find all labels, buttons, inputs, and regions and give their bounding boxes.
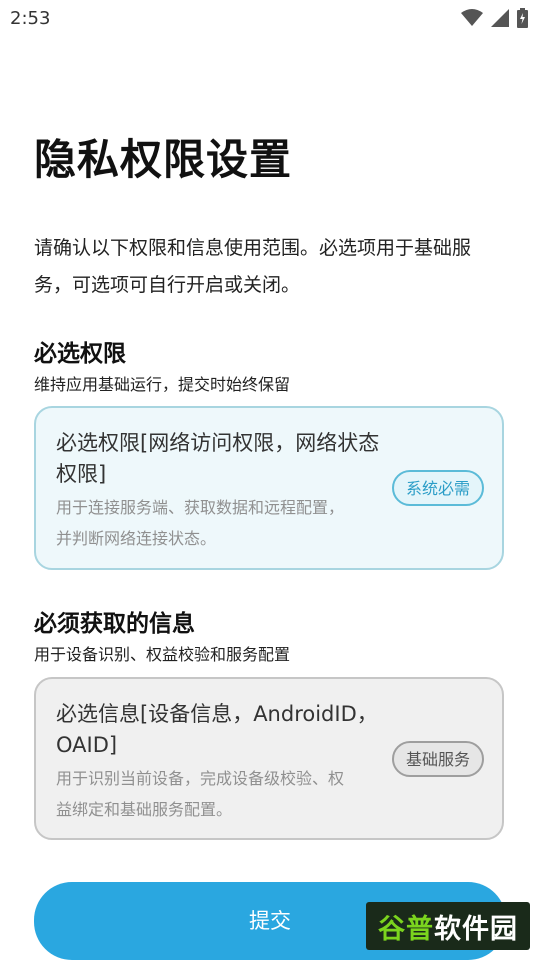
- status-badge-system-required: 系统必需: [391, 470, 484, 506]
- permission-card-heading: 必选权限[网络访问权限，网络状态权限]: [56, 431, 380, 486]
- section-title-permissions: 必选权限: [34, 341, 126, 367]
- section-subtitle-info: 用于设备识别、权益校验和服务配置: [34, 645, 291, 664]
- battery-icon: [517, 8, 528, 28]
- cell-signal-icon: [491, 9, 509, 27]
- page-description: 请确认以下权限和信息使用范围。必选项用于基础服务，可选项可自行开启或关闭。: [34, 237, 472, 296]
- status-time: 2:53: [10, 8, 51, 29]
- section-title-info: 必须获取的信息: [34, 611, 195, 637]
- permission-card-network[interactable]: 必选权限[网络访问权限，网络状态权限] 用于连接服务端、获取数据和远程配置，并判…: [34, 406, 504, 570]
- permission-card-note: 用于连接服务端、获取数据和远程配置，并判断网络连接状态。: [56, 498, 345, 548]
- watermark-logo: 谷普 软件园: [366, 902, 530, 950]
- status-icons: [461, 8, 528, 28]
- info-card-heading: 必选信息[设备信息，AndroidID，OAID]: [56, 702, 378, 757]
- status-bar: 2:53: [0, 0, 540, 36]
- page-title: 隐私权限设置: [34, 135, 293, 184]
- section-subtitle-permissions: 维持应用基础运行，提交时始终保留: [34, 375, 291, 394]
- info-card-device[interactable]: 必选信息[设备信息，AndroidID，OAID] 用于识别当前设备，完成设备级…: [34, 677, 504, 840]
- info-card-note: 用于识别当前设备，完成设备级校验、权益绑定和基础服务配置。: [56, 769, 345, 819]
- wifi-icon: [461, 9, 483, 26]
- watermark-text-part2: 软件园: [434, 913, 518, 945]
- status-badge-basic-service: 基础服务: [391, 741, 484, 777]
- watermark-text-part1: 谷普: [378, 913, 434, 945]
